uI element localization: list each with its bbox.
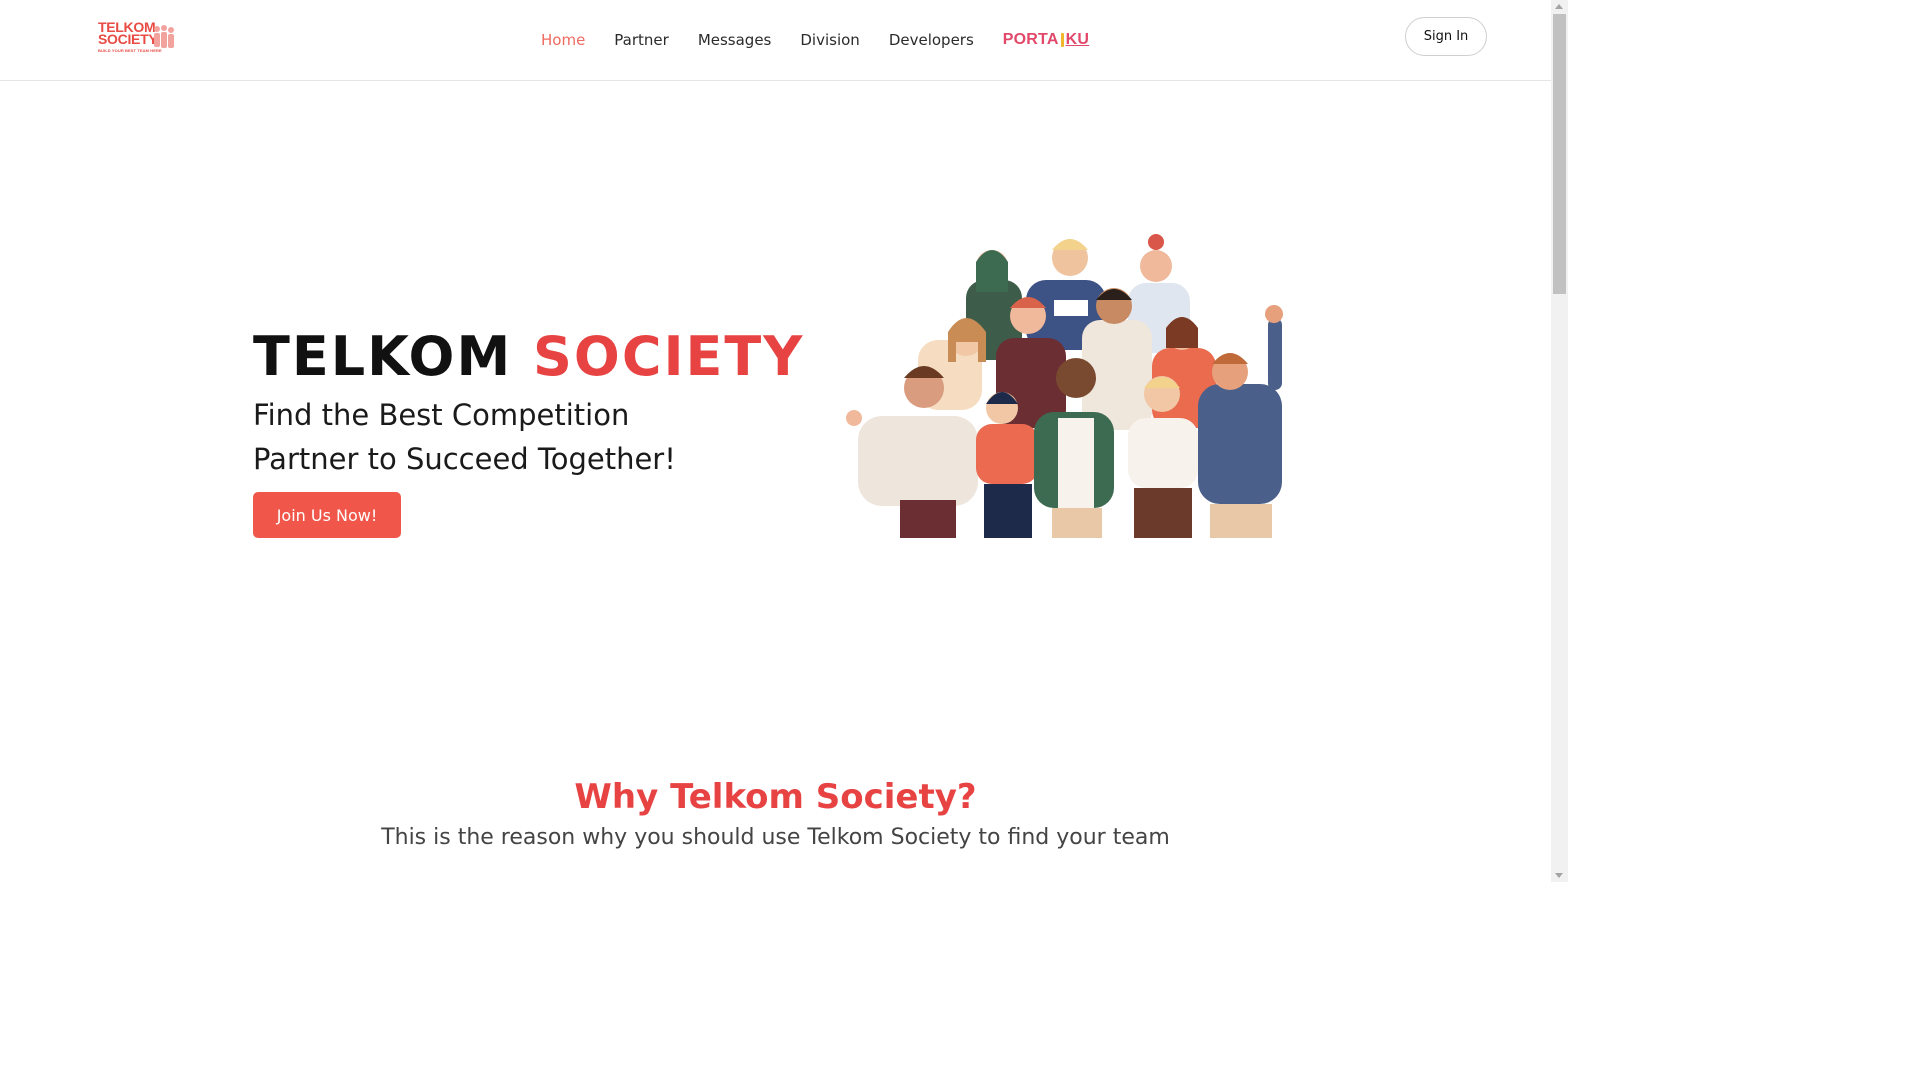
nav-item-messages[interactable]: Messages xyxy=(698,29,772,51)
why-section-title: Why Telkom Society? xyxy=(574,777,977,817)
site-logo[interactable]: TELKOM SOCIETY BUILD YOUR BEST TEAM HERE xyxy=(96,18,180,56)
logo-text-line2: SOCIETY xyxy=(98,31,158,47)
nav-item-partner[interactable]: Partner xyxy=(614,29,669,51)
scrollbar-thumb[interactable] xyxy=(1553,14,1566,294)
site-header: TELKOM SOCIETY BUILD YOUR BEST TEAM HERE… xyxy=(0,0,1551,81)
nav-item-division[interactable]: Division xyxy=(800,29,859,51)
hero-subtitle-line2: Partner to Succeed Together! xyxy=(253,442,676,476)
join-us-button[interactable]: Join Us Now! xyxy=(253,492,401,538)
scroll-down-icon[interactable] xyxy=(1555,873,1563,878)
nav-item-home[interactable]: Home xyxy=(541,29,585,51)
hero-subtitle-line1: Find the Best Competition xyxy=(253,398,630,432)
why-section-subtitle: This is the reason why you should use Te… xyxy=(381,825,1170,850)
sign-in-button[interactable]: Sign In xyxy=(1405,17,1487,56)
scroll-up-icon[interactable] xyxy=(1555,4,1563,9)
hero-title: TELKOM SOCIETY xyxy=(253,326,804,388)
nav-item-portalku[interactable]: PORTA KU xyxy=(1003,31,1089,49)
portal-bar-icon xyxy=(1060,33,1064,47)
hero-title-part1: TELKOM xyxy=(253,325,513,388)
main-nav: Home Partner Messages Division Developer… xyxy=(541,29,1089,51)
hero-subtitle: Find the Best Competition Partner to Suc… xyxy=(253,393,676,481)
nav-item-developers[interactable]: Developers xyxy=(889,29,974,51)
crowd-illustration xyxy=(846,234,1283,538)
page-scrollbar[interactable] xyxy=(1551,0,1568,882)
portal-text-part2: KU xyxy=(1065,31,1090,48)
people-group-icon xyxy=(154,25,174,48)
person-front-5 xyxy=(1198,305,1283,538)
portal-text-part1: PORTA xyxy=(1002,31,1059,48)
hero-title-part2: SOCIETY xyxy=(533,325,805,388)
